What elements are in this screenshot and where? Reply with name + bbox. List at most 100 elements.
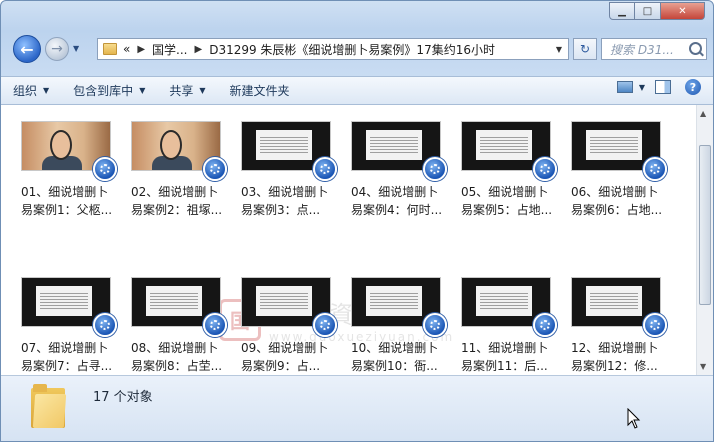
scroll-down-icon[interactable]: ▼ — [700, 362, 706, 371]
video-player-icon — [203, 157, 227, 181]
file-name-line2: 易案例10：衙... — [351, 359, 438, 373]
file-name-line2: 易案例12：修... — [571, 359, 658, 373]
file-name-line1: 06、细说增删卜 — [571, 185, 659, 199]
file-name-line1: 05、细说增删卜 — [461, 185, 549, 199]
file-name-line2: 易案例3：点... — [241, 203, 321, 217]
video-player-icon — [423, 313, 447, 337]
video-player-icon — [533, 313, 557, 337]
file-name-line1: 01、细说增删卜 — [21, 185, 109, 199]
back-button[interactable]: ← — [13, 35, 41, 63]
file-name: 05、细说增删卜 易案例5：占地... — [461, 183, 561, 219]
file-name: 01、细说增删卜 易案例1：父柩... — [21, 183, 121, 219]
file-name-line1: 12、细说增删卜 — [571, 341, 659, 355]
video-player-icon — [423, 157, 447, 181]
search-icon[interactable] — [689, 42, 702, 55]
file-list: 国 國學資源網 www.guoxueziyuan.com 01、细说增删卜 易案例… — [1, 105, 696, 375]
back-arrow-icon: ← — [20, 39, 34, 59]
file-name: 12、细说增删卜 易案例12：修... — [571, 339, 671, 375]
video-player-icon — [313, 313, 337, 337]
video-player-icon — [93, 157, 117, 181]
file-name: 06、细说增删卜 易案例6：占地... — [571, 183, 671, 219]
breadcrumb-separator[interactable]: ▶ — [195, 44, 203, 55]
scroll-up-icon[interactable]: ▲ — [700, 109, 706, 118]
file-name: 11、细说增删卜 易案例11：后... — [461, 339, 561, 375]
video-player-icon — [313, 157, 337, 181]
file-name-line1: 04、细说增删卜 — [351, 185, 439, 199]
file-item[interactable]: 02、细说增删卜 易案例2：祖塚... — [131, 121, 229, 219]
view-dropdown-icon[interactable]: ▼ — [639, 83, 645, 92]
chevron-down-icon: ▼ — [139, 86, 146, 95]
file-name: 03、细说增删卜 易案例3：点... — [241, 183, 341, 219]
file-name: 09、细说增删卜 易案例9：占... — [241, 339, 341, 375]
folder-icon — [31, 382, 67, 428]
breadcrumb-item-parent[interactable]: 国学... — [152, 41, 187, 58]
chevron-down-icon: ▼ — [43, 86, 50, 95]
file-item[interactable]: 05、细说增删卜 易案例5：占地... — [461, 121, 559, 219]
file-name-line1: 09、细说增删卜 — [241, 341, 329, 355]
breadcrumb-overflow[interactable]: « — [123, 42, 130, 56]
vertical-scrollbar[interactable]: ▲ ▼ — [696, 105, 713, 375]
file-item[interactable]: 04、细说增删卜 易案例4：何时... — [351, 121, 449, 219]
file-name-line2: 易案例1：父柩... — [21, 203, 113, 217]
maximize-button[interactable]: □ — [635, 2, 661, 20]
video-player-icon — [533, 157, 557, 181]
file-item[interactable]: 07、细说增删卜 易案例7：占寻... — [21, 277, 119, 375]
file-name-line1: 02、细说增删卜 — [131, 185, 219, 199]
share-menu[interactable]: 共享 ▼ — [157, 79, 217, 102]
refresh-icon: ↻ — [579, 42, 591, 56]
caption-buttons: ▁ □ ✕ — [609, 2, 705, 20]
navigation-bar: ← → ▼ « ▶ 国学... ▶ D31299 朱辰彬《细说增删卜易案例》17… — [9, 34, 707, 64]
folder-icon — [103, 43, 117, 55]
minimize-button[interactable]: ▁ — [609, 2, 635, 20]
file-item[interactable]: 09、细说增删卜 易案例9：占... — [241, 277, 339, 375]
close-button[interactable]: ✕ — [661, 2, 705, 20]
explorer-window: ▁ □ ✕ ← → ▼ « ▶ 国学... ▶ D31299 朱辰彬《细说增删卜… — [0, 0, 714, 442]
organize-menu[interactable]: 组织 ▼ — [1, 79, 61, 102]
breadcrumb-item-current[interactable]: D31299 朱辰彬《细说增删卜易案例》17集约16小时 — [209, 41, 495, 58]
recent-pages-dropdown[interactable]: ▼ — [73, 44, 79, 53]
refresh-button[interactable]: ↻ — [573, 38, 597, 60]
include-in-library-label: 包含到库中 — [73, 84, 134, 98]
file-item[interactable]: 08、细说增删卜 易案例8：占茔... — [131, 277, 229, 375]
video-player-icon — [93, 313, 117, 337]
address-dropdown-icon[interactable]: ▼ — [556, 45, 562, 54]
command-bar: 组织 ▼ 包含到库中 ▼ 共享 ▼ 新建文件夹 ▼ ? — [1, 76, 713, 105]
new-folder-label: 新建文件夹 — [229, 84, 290, 98]
file-item[interactable]: 12、细说增删卜 易案例12：修... — [571, 277, 669, 375]
file-name-line1: 03、细说增删卜 — [241, 185, 329, 199]
chevron-down-icon: ▼ — [199, 86, 206, 95]
share-label: 共享 — [169, 84, 194, 98]
preview-pane-icon[interactable] — [655, 80, 671, 94]
video-player-icon — [643, 313, 667, 337]
breadcrumb-separator[interactable]: ▶ — [137, 44, 145, 55]
file-item[interactable]: 10、细说增删卜 易案例10：衙... — [351, 277, 449, 375]
include-in-library-menu[interactable]: 包含到库中 ▼ — [61, 79, 157, 102]
file-name-line2: 易案例9：占... — [241, 359, 321, 373]
scrollbar-thumb[interactable] — [699, 145, 711, 305]
change-view-icon[interactable] — [616, 81, 633, 93]
address-bar[interactable]: « ▶ 国学... ▶ D31299 朱辰彬《细说增删卜易案例》17集约16小时… — [97, 38, 569, 60]
search-placeholder: 搜索 D31... — [610, 42, 674, 57]
file-item[interactable]: 01、细说增删卜 易案例1：父柩... — [21, 121, 119, 219]
file-name-line2: 易案例4：何时... — [351, 203, 443, 217]
file-name-line2: 易案例11：后... — [461, 359, 548, 373]
forward-button[interactable]: → — [45, 37, 69, 61]
search-input[interactable]: 搜索 D31... — [601, 38, 707, 60]
organize-label: 组织 — [13, 84, 38, 98]
video-player-icon — [203, 313, 227, 337]
toolbar-right: ▼ ? — [616, 79, 701, 95]
file-name: 08、细说增删卜 易案例8：占茔... — [131, 339, 231, 375]
video-player-icon — [643, 157, 667, 181]
file-name: 10、细说增删卜 易案例10：衙... — [351, 339, 451, 375]
details-pane: 17 个对象 — [1, 375, 713, 441]
file-name-line2: 易案例2：祖塚... — [131, 203, 223, 217]
help-icon[interactable]: ? — [685, 79, 701, 95]
file-name-line2: 易案例5：占地... — [461, 203, 553, 217]
file-item[interactable]: 06、细说增删卜 易案例6：占地... — [571, 121, 669, 219]
new-folder-button[interactable]: 新建文件夹 — [218, 79, 302, 102]
file-item[interactable]: 03、细说增删卜 易案例3：点... — [241, 121, 339, 219]
file-name: 02、细说增删卜 易案例2：祖塚... — [131, 183, 231, 219]
file-item[interactable]: 11、细说增删卜 易案例11：后... — [461, 277, 559, 375]
file-name-line2: 易案例7：占寻... — [21, 359, 113, 373]
file-name-line1: 10、细说增删卜 — [351, 341, 439, 355]
